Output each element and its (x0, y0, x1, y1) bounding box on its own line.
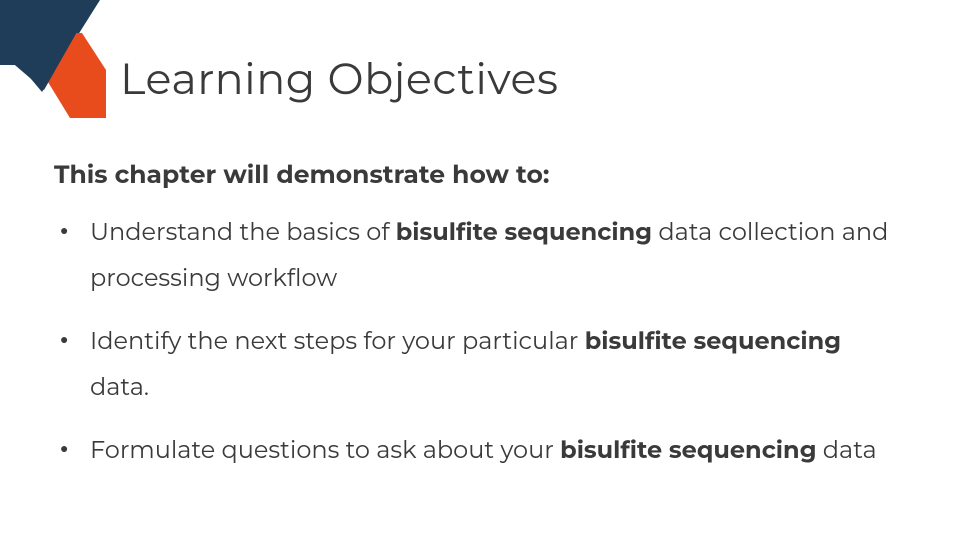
bullet-text-post: data (817, 436, 877, 465)
bullet-text-bold: bisulfite sequencing (585, 327, 841, 356)
chapter-subtitle: This chapter will demonstrate how to: (54, 160, 549, 190)
list-item: Formulate questions to ask about your bi… (54, 428, 906, 474)
corner-accent-icon (0, 0, 120, 120)
bullet-text-pre: Understand the basics of (90, 218, 396, 247)
list-item: Identify the next steps for your particu… (54, 319, 906, 410)
bullet-text-post: data. (90, 373, 149, 402)
list-item: Understand the basics of bisulfite seque… (54, 210, 906, 301)
bullet-text-bold: bisulfite sequencing (396, 218, 652, 247)
bullet-text-pre: Identify the next steps for your particu… (90, 327, 585, 356)
page-title: Learning Objectives (120, 52, 559, 105)
objectives-list: Understand the basics of bisulfite seque… (54, 210, 906, 492)
bullet-text-pre: Formulate questions to ask about your (90, 436, 560, 465)
bullet-text-bold: bisulfite sequencing (560, 436, 816, 465)
